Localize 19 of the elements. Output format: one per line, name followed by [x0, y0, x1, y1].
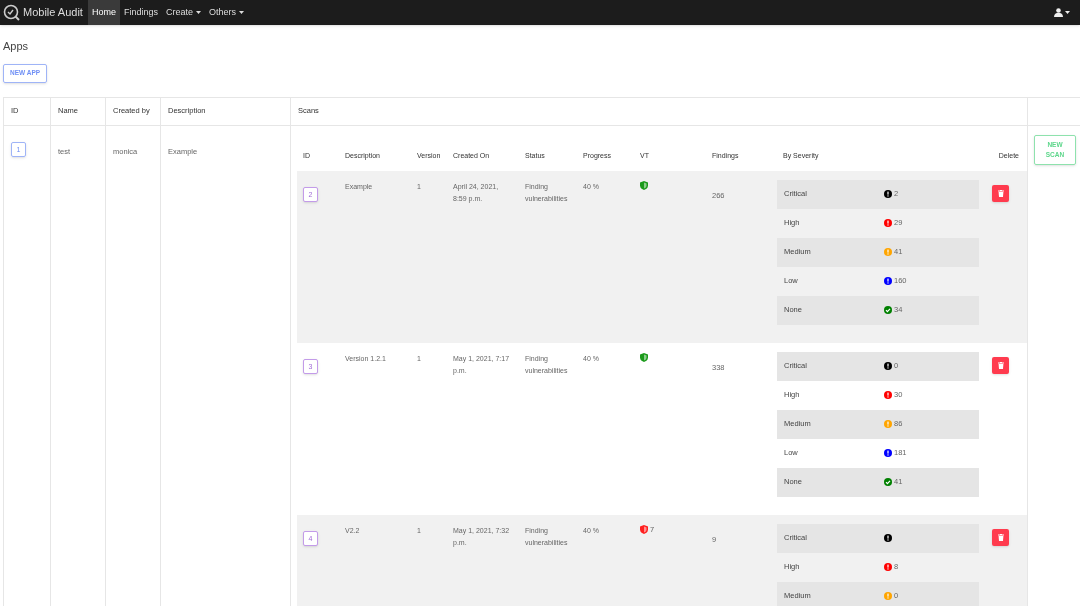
- magnifier-logo-icon: [3, 4, 20, 21]
- trash-icon: [997, 361, 1004, 369]
- trash-icon: [997, 189, 1004, 197]
- shield-icon: [640, 180, 648, 190]
- caret-icon: [1065, 11, 1070, 14]
- page-title: Apps: [3, 39, 30, 54]
- trash-icon: [997, 533, 1004, 541]
- delete-button[interactable]: [992, 528, 1009, 546]
- nav-link[interactable]: Findings: [119, 0, 162, 25]
- shield-icon: [640, 352, 648, 362]
- delete-button[interactable]: [992, 184, 1009, 202]
- shield-icon: [640, 524, 648, 534]
- nav-link[interactable]: Create: [162, 0, 205, 25]
- user-menu[interactable]: [1054, 8, 1070, 17]
- delete-button[interactable]: [992, 356, 1009, 374]
- nav-link[interactable]: Others: [205, 0, 248, 25]
- user-icon: [1054, 8, 1063, 17]
- nav-link[interactable]: Home: [87, 0, 120, 25]
- brand-name[interactable]: Mobile Audit: [23, 4, 83, 21]
